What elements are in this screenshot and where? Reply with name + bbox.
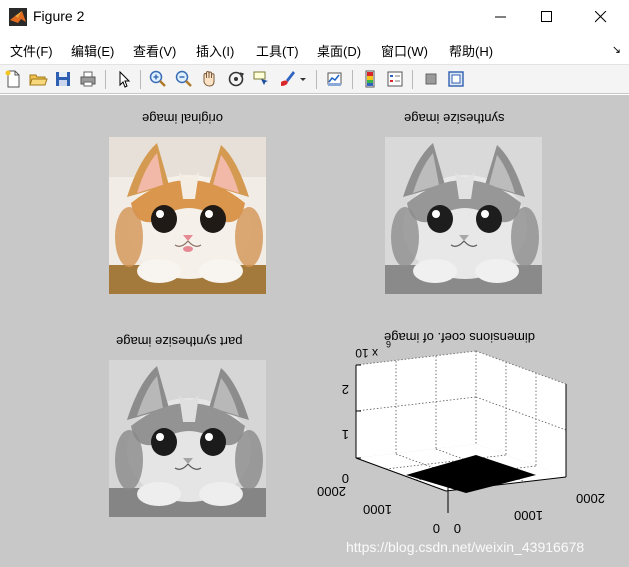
x-tick-label: 1000 bbox=[363, 502, 392, 517]
dropdown-arrow-icon[interactable] bbox=[297, 69, 309, 89]
save-icon[interactable] bbox=[53, 69, 73, 89]
z-tick-label: 1 bbox=[342, 427, 349, 442]
matlab-logo-icon bbox=[9, 8, 27, 26]
zoom-out-icon[interactable] bbox=[174, 69, 194, 89]
exponent-power: 6 bbox=[386, 339, 391, 349]
new-figure-icon[interactable] bbox=[3, 69, 23, 89]
title-bar: Figure 2 bbox=[0, 0, 629, 34]
legend-icon[interactable] bbox=[385, 69, 405, 89]
minimize-icon bbox=[495, 16, 506, 18]
menu-tools[interactable]: 工具(T) bbox=[256, 41, 299, 60]
exponent-label: x 10 bbox=[355, 346, 378, 360]
y-tick-label: 0 bbox=[454, 521, 461, 536]
menu-window[interactable]: 窗口(W) bbox=[381, 41, 428, 60]
part-synthesize-cat-image bbox=[109, 360, 266, 517]
menu-view[interactable]: 查看(V) bbox=[133, 41, 176, 60]
x-tick-label: 0 bbox=[433, 521, 440, 536]
data-cursor-icon[interactable] bbox=[251, 69, 271, 89]
original-cat-image bbox=[109, 137, 266, 294]
synthesize-cat-image bbox=[385, 137, 542, 294]
window-title: Figure 2 bbox=[33, 8, 85, 24]
menu-bar: 文件(F) 编辑(E) 查看(V) 插入(I) 工具(T) 桌面(D) 窗口(W… bbox=[0, 34, 629, 64]
subplot-title-original: original image bbox=[142, 111, 223, 126]
close-icon bbox=[595, 11, 607, 23]
maximize-icon bbox=[541, 11, 552, 22]
brush-icon[interactable] bbox=[277, 69, 297, 89]
x-tick-label: 2000 bbox=[317, 484, 346, 499]
zoom-in-icon[interactable] bbox=[148, 69, 168, 89]
show-plot-tools-icon[interactable] bbox=[446, 69, 466, 89]
toolbar-separator bbox=[352, 70, 353, 89]
pan-hand-icon[interactable] bbox=[199, 69, 219, 89]
menu-edit[interactable]: 编辑(E) bbox=[71, 41, 114, 60]
y-tick-label: 1000 bbox=[514, 508, 543, 523]
toolbar-separator bbox=[140, 70, 141, 89]
colorbar-icon[interactable] bbox=[360, 69, 380, 89]
hide-plot-tools-icon[interactable] bbox=[421, 69, 441, 89]
pointer-icon[interactable] bbox=[114, 69, 134, 89]
maximize-button[interactable] bbox=[524, 0, 570, 34]
link-plot-icon[interactable] bbox=[325, 69, 345, 89]
minimize-button[interactable] bbox=[478, 0, 524, 34]
menu-help[interactable]: 帮助(H) bbox=[449, 41, 493, 60]
toolbar-separator bbox=[316, 70, 317, 89]
toolbar bbox=[0, 64, 629, 94]
watermark-text: https://blog.csdn.net/weixin_43916678 bbox=[346, 539, 585, 555]
toolbar-separator bbox=[412, 70, 413, 89]
subplot-title-part-synthesize: part synthesize image bbox=[116, 334, 243, 349]
subplot-title-synthesize: synthesize image bbox=[404, 111, 505, 126]
dock-arrow-icon[interactable]: ↘ bbox=[612, 43, 621, 56]
menu-desktop[interactable]: 桌面(D) bbox=[317, 41, 361, 60]
menu-insert[interactable]: 插入(I) bbox=[196, 41, 234, 60]
print-icon[interactable] bbox=[78, 69, 98, 89]
y-tick-label: 2000 bbox=[576, 491, 605, 506]
toolbar-separator bbox=[105, 70, 106, 89]
open-file-icon[interactable] bbox=[28, 69, 48, 89]
menu-file[interactable]: 文件(F) bbox=[10, 41, 53, 60]
close-button[interactable] bbox=[578, 0, 624, 34]
z-tick-label: 2 bbox=[342, 382, 349, 397]
z-tick-label: 0 bbox=[342, 471, 349, 486]
rotate-3d-icon[interactable] bbox=[226, 69, 246, 89]
surface-plot-3d[interactable]: x 10 6 2 1 0 2000 1000 0 0 1000 2000 bbox=[308, 327, 608, 537]
